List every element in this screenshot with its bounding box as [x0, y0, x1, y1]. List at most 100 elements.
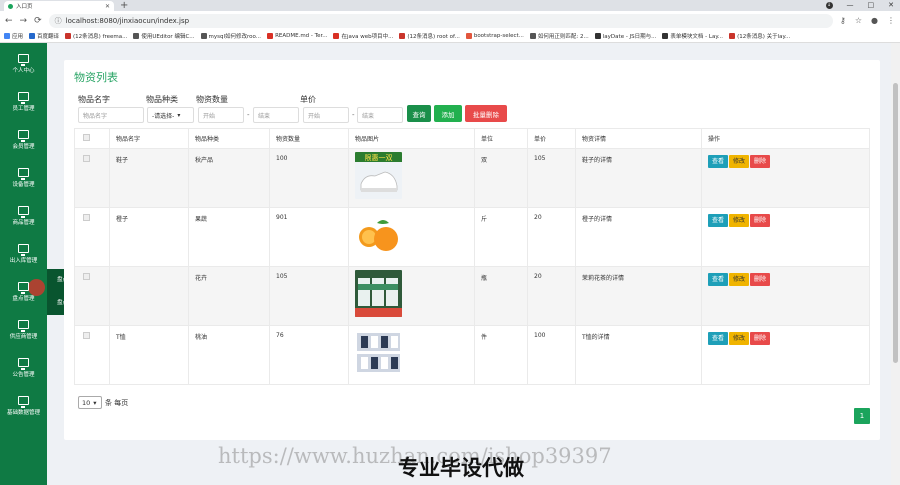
minimize-icon[interactable]: —: [847, 0, 854, 11]
bookmark-item[interactable]: 如何用正则匹配: 2...: [529, 32, 589, 40]
browser-tab-strip: 入口页 ✕ + ↓ — □ ✕: [0, 0, 900, 11]
bookmark-favicon-icon: [594, 33, 601, 39]
select-all-checkbox[interactable]: [83, 134, 90, 141]
view-button[interactable]: 查看: [708, 214, 729, 227]
cell-type: 秋产品: [188, 148, 270, 208]
table-header-row: 物品名字 物品种类 物资数量 物品图片 单位 单价 物资详情 操作: [74, 128, 870, 149]
sidebar-item-label: 个人中心: [12, 68, 35, 74]
maximize-icon[interactable]: □: [868, 0, 875, 11]
table-row: 花卉 105 瓶 20 茉莉花茶的详情 查看 修改 删除: [74, 266, 870, 326]
bookmark-label: 百度翻译: [37, 34, 60, 40]
delete-button[interactable]: 删除: [750, 155, 771, 168]
bookmark-item[interactable]: bootstrap-select...: [465, 33, 524, 39]
bookmark-favicon-icon: [529, 33, 536, 39]
monitor-icon: [18, 206, 29, 218]
type-select-value: -请选择-: [152, 112, 175, 120]
sidebar-item[interactable]: 盘点管理: [0, 273, 47, 311]
bookmark-item[interactable]: 表单模块文档 - Lay...: [662, 32, 723, 40]
sidebar-item[interactable]: 出入库管理: [0, 235, 47, 273]
bookmark-item[interactable]: 应用: [4, 32, 23, 40]
row-checkbox[interactable]: [83, 332, 90, 339]
qty-end-input[interactable]: 结束: [253, 107, 299, 123]
view-button[interactable]: 查看: [708, 273, 729, 286]
bookmark-item[interactable]: layDate - JS日期与...: [594, 32, 656, 40]
tab-close-icon[interactable]: ✕: [105, 3, 110, 10]
delete-button[interactable]: 删除: [750, 273, 771, 286]
batch-delete-button[interactable]: 批量删除: [465, 105, 507, 122]
sidebar-item[interactable]: 供应商管理: [0, 311, 47, 349]
key-icon[interactable]: ⚷: [840, 16, 846, 25]
bookmark-item[interactable]: 百度翻译: [29, 32, 59, 40]
qty-start-input[interactable]: 开始: [198, 107, 244, 123]
sidebar-item[interactable]: 公告管理: [0, 349, 47, 387]
sidebar-item[interactable]: 设备管理: [0, 159, 47, 197]
bookmark-item[interactable]: mysql如何修改roo...: [200, 32, 261, 40]
header-image: 物品图片: [348, 128, 475, 149]
edit-button[interactable]: 修改: [729, 273, 750, 286]
query-button[interactable]: 查询: [407, 105, 431, 122]
bookmark-item[interactable]: 使用UEditor 编辑C...: [133, 32, 195, 40]
edit-button[interactable]: 修改: [729, 155, 750, 168]
tab-title: 入口页: [16, 4, 33, 10]
bookmark-item[interactable]: 在java web项目中...: [333, 32, 393, 40]
new-tab-icon[interactable]: +: [120, 0, 128, 11]
bookmark-favicon-icon: [333, 33, 340, 39]
scrollbar-thumb[interactable]: [893, 83, 898, 363]
search-name-input[interactable]: 物品名字: [78, 107, 144, 123]
cell-qty: 105: [269, 266, 349, 326]
back-icon[interactable]: ←: [5, 16, 13, 26]
menu-dots-icon[interactable]: ⋮: [887, 16, 895, 25]
vertical-scrollbar[interactable]: [891, 43, 900, 485]
sidebar-item[interactable]: 个人中心: [0, 45, 47, 83]
browser-tab[interactable]: 入口页 ✕: [4, 1, 114, 11]
cell-type: 桃油: [188, 325, 270, 385]
cell-qty: 76: [269, 325, 349, 385]
delete-button[interactable]: 删除: [750, 214, 771, 227]
close-window-icon[interactable]: ✕: [888, 0, 894, 11]
header-price: 单价: [527, 128, 576, 149]
row-select-cell: [74, 325, 110, 385]
edit-button[interactable]: 修改: [729, 214, 750, 227]
page-button-current[interactable]: 1: [854, 408, 870, 424]
row-checkbox[interactable]: [83, 155, 90, 162]
add-button[interactable]: 添加: [434, 105, 462, 122]
cell-type: 花卉: [188, 266, 270, 326]
bookmark-item[interactable]: (12条消息) 关于lay...: [729, 32, 790, 40]
view-button[interactable]: 查看: [708, 332, 729, 345]
bookmark-label: 如何用正则匹配: 2...: [537, 34, 589, 40]
label-item-type: 物品种类: [146, 95, 178, 104]
per-page-label: 条 每页: [105, 398, 129, 407]
sidebar-item[interactable]: 基础数据管理: [0, 387, 47, 425]
url-input[interactable]: ⓘ localhost:8080/jinxiaocun/index.jsp: [48, 13, 833, 28]
select-all-cell: [74, 128, 110, 149]
row-checkbox[interactable]: [83, 273, 90, 280]
view-button[interactable]: 查看: [708, 155, 729, 168]
sidebar-item[interactable]: 商品管理: [0, 197, 47, 235]
sidebar-item[interactable]: 员工管理: [0, 83, 47, 121]
bookmark-item[interactable]: README.md - Ter...: [267, 33, 327, 39]
edit-button[interactable]: 修改: [729, 332, 750, 345]
cell-name: [109, 266, 189, 326]
star-icon[interactable]: ☆: [855, 16, 862, 25]
page-size-select[interactable]: 10 ▾: [78, 396, 102, 409]
bookmark-label: 使用UEditor 编辑C...: [141, 34, 195, 40]
bookmark-item[interactable]: (12条消息) root of...: [399, 32, 460, 40]
header-unit: 单位: [474, 128, 528, 149]
info-icon[interactable]: ⓘ: [55, 16, 62, 26]
sidebar-item[interactable]: 会员管理: [0, 121, 47, 159]
row-checkbox[interactable]: [83, 214, 90, 221]
forward-icon[interactable]: →: [20, 16, 28, 26]
monitor-icon: [18, 168, 29, 180]
monitor-icon: [18, 320, 29, 332]
type-select[interactable]: -请选择- ▾: [147, 107, 194, 123]
bookmark-item[interactable]: (12条消息) freema...: [65, 32, 127, 40]
price-start-input[interactable]: 开始: [303, 107, 349, 123]
profile-icon[interactable]: ●: [871, 16, 878, 25]
bookmark-favicon-icon: [399, 33, 406, 39]
tab-favicon-icon: [8, 3, 13, 9]
price-end-input[interactable]: 结束: [357, 107, 403, 123]
reload-icon[interactable]: ⟳: [34, 16, 42, 26]
delete-button[interactable]: 删除: [750, 332, 771, 345]
profile-download-icon[interactable]: ↓: [825, 2, 833, 9]
chevron-down-icon: ▾: [93, 398, 97, 407]
